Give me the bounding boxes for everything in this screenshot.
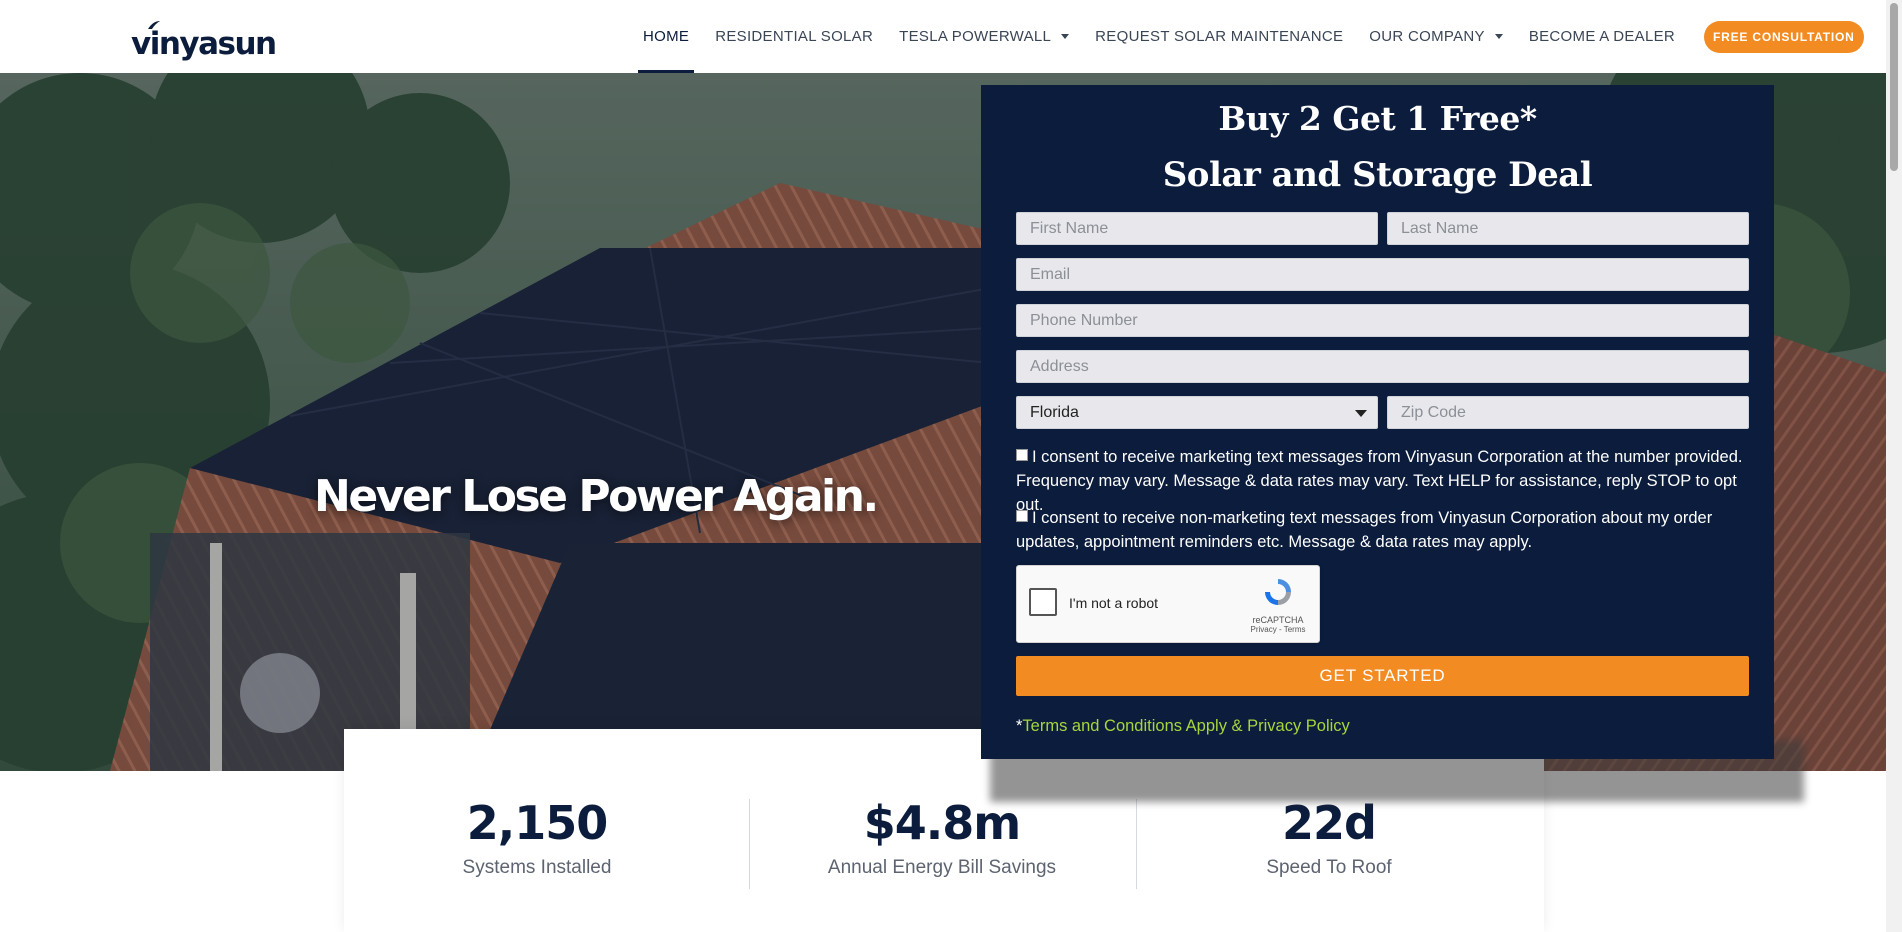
consent-marketing-text: I consent to receive marketing text mess… — [1016, 448, 1743, 514]
nav-item-become-a-dealer[interactable]: BECOME A DEALER — [1516, 0, 1688, 73]
chevron-down-icon — [1355, 410, 1367, 417]
stat-label: Systems Installed — [462, 856, 612, 878]
stat-value: $4.8m — [863, 796, 1021, 850]
terms-privacy-link[interactable]: Terms and Conditions Apply & Privacy Pol… — [1022, 717, 1349, 735]
stat-value: 22d — [1282, 796, 1377, 850]
recaptcha-brand: reCAPTCHA — [1252, 615, 1304, 625]
site-header: vinyasun HOME RESIDENTIAL SOLAR TESLA PO… — [0, 0, 1886, 73]
state-select-value: Florida — [1030, 403, 1079, 421]
consent-nonmarketing: I consent to receive non-marketing text … — [1016, 506, 1746, 554]
stat-speed-to-roof: 22d Speed To Roof — [1136, 798, 1522, 879]
get-started-button[interactable]: GET STARTED — [1016, 656, 1749, 696]
nav-item-residential-solar[interactable]: RESIDENTIAL SOLAR — [702, 0, 886, 73]
scrollbar-thumb[interactable] — [1890, 3, 1898, 171]
consent-nonmarketing-checkbox[interactable] — [1016, 510, 1028, 522]
nav-item-request-solar-maintenance[interactable]: REQUEST SOLAR MAINTENANCE — [1082, 0, 1356, 73]
nav-label: RESIDENTIAL SOLAR — [715, 28, 874, 45]
chevron-down-icon — [1061, 34, 1070, 39]
address-field[interactable] — [1016, 350, 1749, 383]
stat-value: 2,150 — [466, 796, 609, 850]
nav-label: REQUEST SOLAR MAINTENANCE — [1095, 28, 1344, 45]
recaptcha-checkbox[interactable] — [1029, 588, 1057, 616]
nav-label: HOME — [643, 28, 690, 45]
stat-systems-installed: 2,150 Systems Installed — [344, 798, 730, 879]
first-name-field[interactable] — [1016, 212, 1378, 245]
nav-label: TESLA POWERWALL — [899, 28, 1052, 45]
recaptcha-links[interactable]: Privacy - Terms — [1249, 625, 1307, 634]
stat-label: Speed To Roof — [1266, 856, 1392, 878]
main-nav: HOME RESIDENTIAL SOLAR TESLA POWERWALL R… — [630, 0, 1864, 73]
vinyasun-logo[interactable]: vinyasun — [131, 20, 277, 62]
recaptcha-logo: reCAPTCHA Privacy - Terms — [1249, 576, 1307, 634]
free-consultation-button[interactable]: FREE CONSULTATION — [1704, 20, 1864, 53]
nav-item-tesla-powerwall[interactable]: TESLA POWERWALL — [886, 0, 1082, 73]
logo-text: vinyasun — [131, 26, 277, 62]
nav-item-home[interactable]: HOME — [630, 0, 702, 73]
phone-field[interactable] — [1016, 304, 1749, 337]
recaptcha-icon — [1265, 579, 1291, 605]
chevron-down-icon — [1494, 34, 1503, 39]
consent-marketing-checkbox[interactable] — [1016, 449, 1028, 461]
nav-item-our-company[interactable]: OUR COMPANY — [1356, 0, 1516, 73]
form-title-line2: Solar and Storage Deal — [1162, 155, 1593, 195]
form-title-line1: Buy 2 Get 1 Free* — [1218, 99, 1537, 138]
stat-label: Annual Energy Bill Savings — [827, 856, 1057, 878]
last-name-field[interactable] — [1387, 212, 1749, 245]
consent-nonmarketing-text: I consent to receive non-marketing text … — [1016, 509, 1713, 551]
terms-line: *Terms and Conditions Apply & Privacy Po… — [1016, 717, 1350, 736]
email-field[interactable] — [1016, 258, 1749, 291]
stat-annual-savings: $4.8m Annual Energy Bill Savings — [749, 798, 1135, 879]
state-select[interactable]: Florida — [1016, 396, 1378, 429]
logo-leaf-icon — [148, 21, 160, 29]
zip-code-field[interactable] — [1387, 396, 1749, 429]
page-scrollbar[interactable] — [1886, 0, 1902, 932]
lead-form: Buy 2 Get 1 Free* Solar and Storage Deal… — [981, 85, 1774, 759]
nav-label: OUR COMPANY — [1369, 28, 1485, 45]
hero-heading: Never Lose Power Again. — [314, 471, 879, 522]
recaptcha-widget: I'm not a robot reCAPTCHA Privacy - Term… — [1016, 565, 1320, 643]
recaptcha-label: I'm not a robot — [1069, 595, 1159, 611]
nav-label: BECOME A DEALER — [1528, 28, 1676, 45]
